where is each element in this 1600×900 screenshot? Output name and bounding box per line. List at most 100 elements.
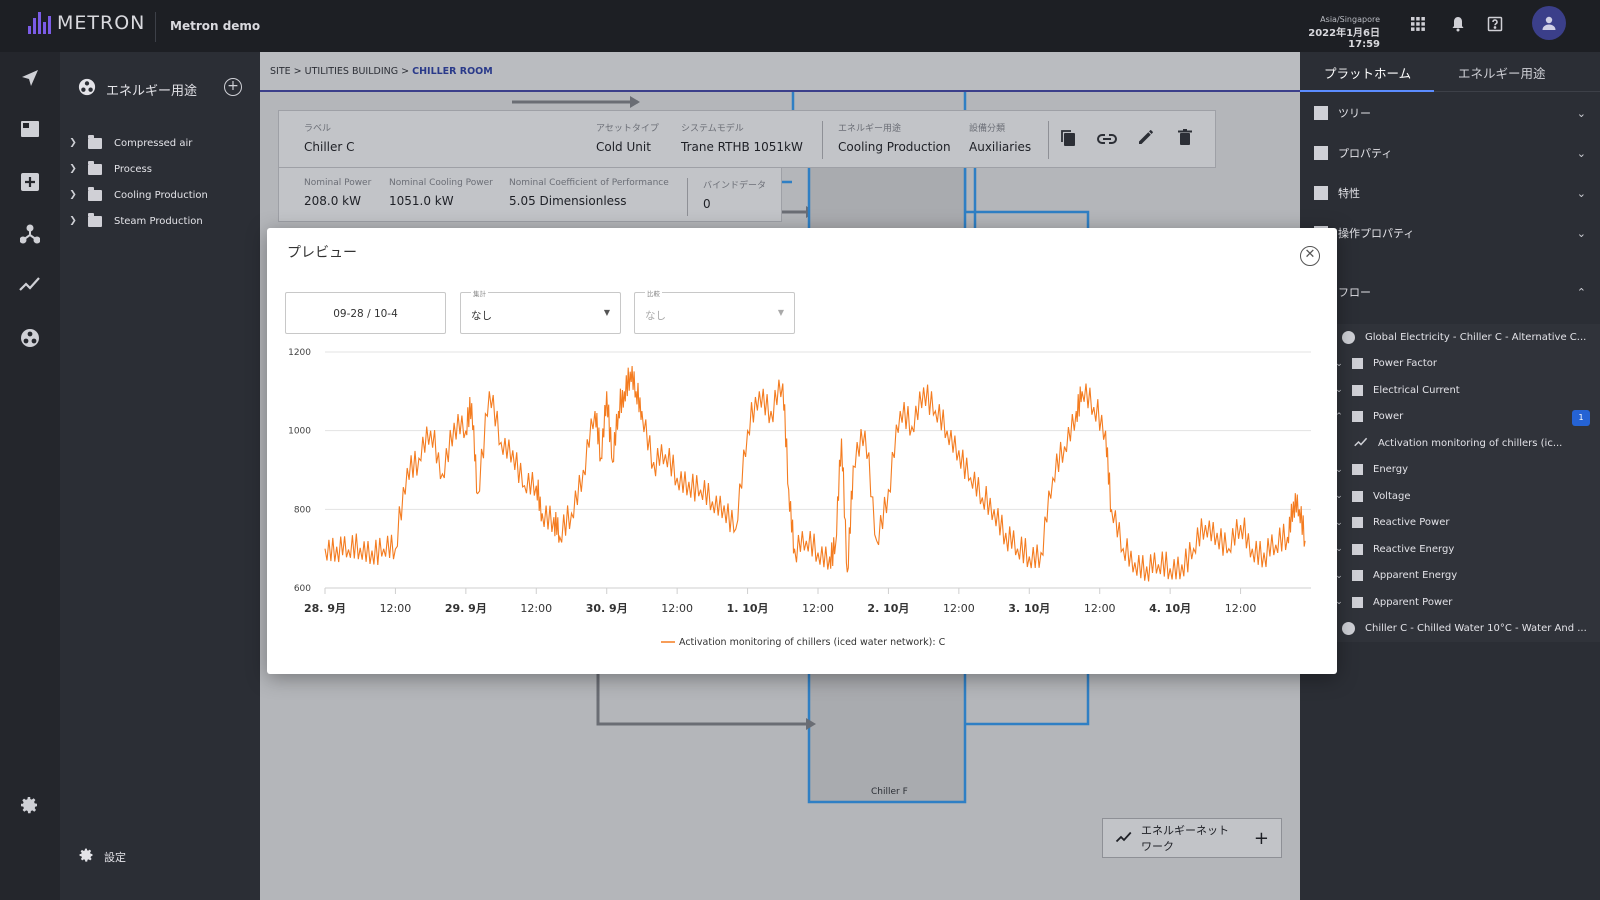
flow-item-label: Reactive Energy (1373, 543, 1455, 555)
copy-icon[interactable] (1057, 129, 1079, 151)
bar-chart-icon (1314, 186, 1328, 200)
flow-item-chilled-water[interactable]: Chiller C - Chilled Water 10°C - Water A… (1332, 616, 1600, 643)
y-tick-label: 800 (294, 505, 311, 515)
folder-icon (88, 186, 102, 201)
chevron-down-icon[interactable]: ❯ (66, 164, 80, 174)
flow-item-apparent-energy[interactable]: ⌄ Apparent Energy (1332, 563, 1600, 590)
x-tick-label: 28. 9月 (304, 602, 346, 615)
plus-icon[interactable]: + (1254, 828, 1269, 849)
bar-chart-icon (1352, 464, 1363, 476)
user-avatar-icon[interactable] (1532, 6, 1566, 40)
flow-item-power[interactable]: ⌃ Power 1 (1332, 404, 1600, 431)
chevron-down-icon[interactable]: ❯ (66, 216, 80, 226)
breadcrumb-separator: > (290, 66, 305, 77)
x-tick-label: 4. 10月 (1149, 602, 1191, 615)
flow-item-global-electricity[interactable]: Global Electricity - Chiller C - Alterna… (1332, 324, 1600, 351)
network-icon[interactable] (19, 224, 41, 246)
field-value: 5.05 Dimensionless (509, 194, 627, 208)
field-label: ラベル (304, 124, 332, 134)
bar-chart-icon (1314, 106, 1328, 120)
flow-item-energy[interactable]: ⌄ Energy (1332, 457, 1600, 484)
tab-energy-use[interactable]: エネルギー用途 (1458, 63, 1546, 82)
active-tab-indicator (1300, 90, 1434, 92)
bar-chart-icon (1352, 411, 1363, 423)
aggregate-select[interactable]: 集計 なし ▼ (460, 288, 621, 334)
trend-icon[interactable] (19, 276, 41, 298)
bar-chart-icon (1352, 517, 1363, 529)
add-energy-use-button[interactable]: + (224, 78, 242, 96)
dashboard-icon[interactable] (19, 120, 41, 142)
chevron-down-icon[interactable]: ⌄ (1577, 187, 1586, 200)
section-characteristics[interactable]: 特性 ⌄ (1314, 173, 1594, 213)
settings-link[interactable]: 設定 (78, 847, 126, 866)
section-label: プロパティ (1338, 147, 1393, 160)
section-tree[interactable]: ツリー ⌄ (1314, 93, 1594, 133)
flow-item-power-factor[interactable]: ⌄ Power Factor (1332, 351, 1600, 378)
flow-icon (1342, 330, 1355, 344)
help-icon[interactable] (1485, 16, 1505, 36)
tree-item-steam-production[interactable]: ❯ Steam Production (66, 208, 256, 234)
section-operating-properties[interactable]: 操作プロパティ ⌄ (1314, 213, 1594, 253)
bell-icon[interactable] (1448, 16, 1468, 36)
energy-network-button[interactable]: エネルギーネットワーク + (1102, 818, 1282, 858)
tab-platform[interactable]: プラットホーム (1324, 63, 1411, 82)
bar-chart-icon (1352, 490, 1363, 502)
chevron-down-icon[interactable]: ❯ (66, 138, 80, 148)
folder-icon (88, 134, 102, 149)
navigate-icon[interactable] (19, 68, 41, 90)
apps-grid-icon[interactable] (1408, 16, 1428, 36)
section-flow[interactable]: フロー ⌃ (1314, 272, 1594, 312)
timezone-label: Asia/Singapore (1320, 15, 1380, 24)
flow-item-label: Voltage (1373, 490, 1411, 502)
trash-icon[interactable] (1174, 129, 1196, 151)
tree-item-compressed-air[interactable]: ❯ Compressed air (66, 130, 256, 156)
edit-icon[interactable] (1135, 129, 1157, 151)
flow-item-label: Reactive Power (1373, 517, 1450, 529)
chevron-down-icon[interactable]: ❯ (66, 190, 80, 200)
flow-item-activation-monitoring[interactable]: Activation monitoring of chillers (ic... (1332, 430, 1600, 457)
chevron-down-icon[interactable]: ⌄ (1577, 147, 1586, 160)
breadcrumb: SITE > UTILITIES BUILDING > CHILLER ROOM (260, 52, 1300, 92)
tree-item-cooling-production[interactable]: ❯ Cooling Production (66, 182, 256, 208)
energy-use-tree: ❯ Compressed air ❯ Process ❯ Cooling Pro… (66, 130, 256, 234)
add-box-icon[interactable] (19, 172, 41, 194)
flow-item-electrical-current[interactable]: ⌄ Electrical Current (1332, 377, 1600, 404)
system-model-field: システムモデル Trane RTHB 1051kW (681, 121, 803, 154)
close-icon[interactable]: ✕ (1300, 246, 1320, 266)
legend-label[interactable]: Activation monitoring of chillers (iced … (679, 637, 946, 648)
breadcrumb-building[interactable]: UTILITIES BUILDING (305, 66, 398, 77)
section-properties[interactable]: プロパティ ⌄ (1314, 133, 1594, 173)
chevron-down-icon[interactable]: ⌄ (1577, 227, 1586, 240)
chevron-down-icon[interactable]: ⌄ (1577, 107, 1586, 120)
gear-icon[interactable] (19, 795, 39, 820)
line-chart[interactable]: 600 800 1000 1200 28. 9月 12:00 29. 9月 12:00 30. … (287, 340, 1327, 662)
field-label: Nominal Power (304, 178, 372, 188)
field-value: 1051.0 kW (389, 194, 454, 208)
chevron-up-icon[interactable]: ⌃ (1577, 286, 1586, 299)
series-line[interactable] (324, 365, 1306, 582)
right-panel: プラットホーム エネルギー用途 ツリー ⌄ プロパティ ⌄ 特性 ⌄ 操作プロパ… (1300, 52, 1600, 900)
flow-item-voltage[interactable]: ⌄ Voltage (1332, 483, 1600, 510)
metron-logo[interactable]: METRON (28, 12, 145, 34)
bar-chart-icon (1352, 543, 1363, 555)
field-divider (687, 178, 688, 216)
energy-use-field: エネルギー用途 Cooling Production (838, 121, 951, 154)
field-divider (1048, 121, 1049, 159)
flow-item-reactive-power[interactable]: ⌄ Reactive Power (1332, 510, 1600, 537)
date-range-picker[interactable]: 09-28 / 10-4 (285, 292, 446, 334)
breadcrumb-site[interactable]: SITE (270, 66, 291, 77)
compare-select[interactable]: 比較 なし ▼ (634, 288, 795, 334)
tree-item-label: Process (114, 163, 152, 175)
organization-name[interactable]: Metron demo (170, 19, 260, 33)
logo-divider (155, 12, 156, 42)
tree-item-label: Compressed air (114, 137, 193, 149)
field-value: Auxiliaries (969, 140, 1032, 154)
bar-chart-icon (1314, 146, 1328, 160)
y-tick-label: 600 (294, 584, 311, 594)
x-tick-label: 12:00 (1084, 602, 1116, 615)
energy-use-icon[interactable] (19, 328, 41, 350)
flow-item-reactive-energy[interactable]: ⌄ Reactive Energy (1332, 536, 1600, 563)
flow-item-apparent-power[interactable]: ⌄ Apparent Power (1332, 589, 1600, 616)
tree-item-process[interactable]: ❯ Process (66, 156, 256, 182)
link-icon[interactable] (1096, 129, 1118, 151)
